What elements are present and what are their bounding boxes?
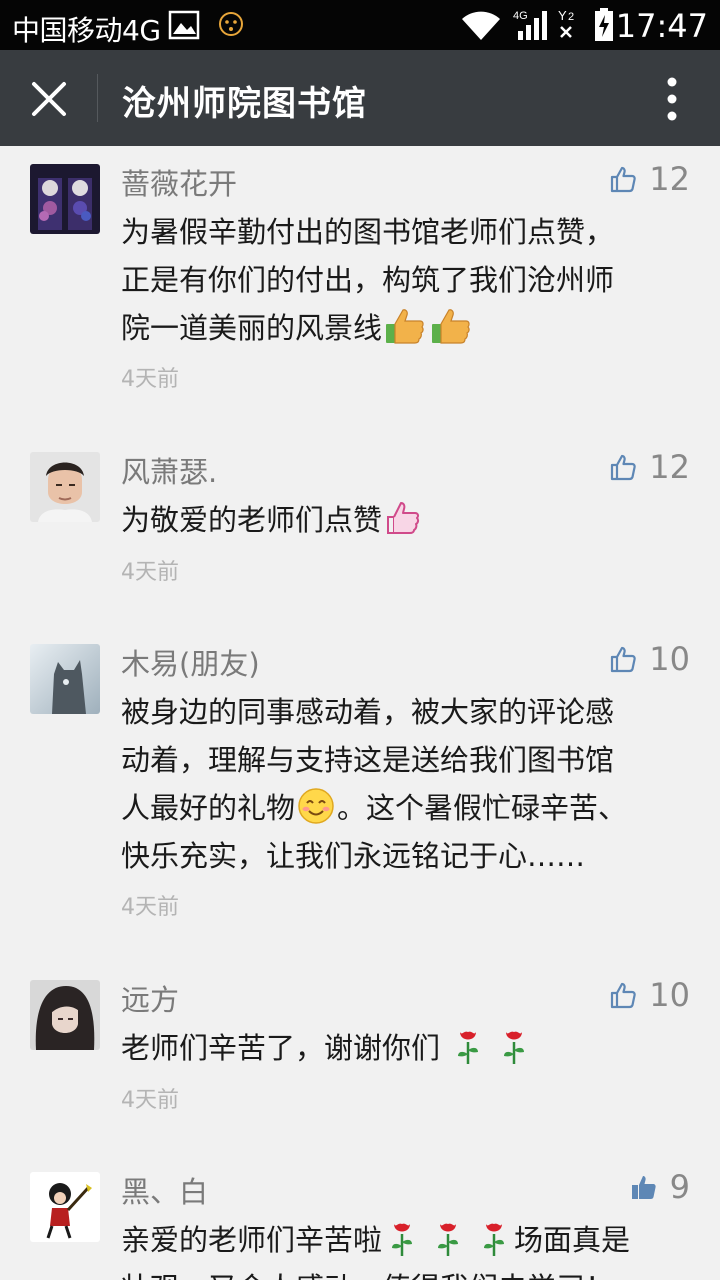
commenter-name[interactable]: 黑、白: [121, 1169, 208, 1211]
page-title: 沧州师院图书馆: [122, 84, 367, 124]
thumbs-up-filled-icon: [631, 1176, 656, 1199]
comment-line-text: 人最好的礼物: [121, 791, 296, 825]
thumbs-up-outline-icon: [611, 982, 636, 1009]
avatar[interactable]: [30, 1172, 100, 1242]
like-button[interactable]: 10: [609, 639, 690, 679]
like-button[interactable]: 9: [630, 1167, 690, 1207]
like-button[interactable]: 12: [609, 159, 690, 199]
comment-line-text: 院一道美丽的风景线: [121, 311, 383, 345]
thumbs-up-emoji-icon: [432, 309, 470, 344]
commenter-name[interactable]: 木易(朋友): [121, 641, 260, 683]
comment-line-text: 为敬爱的老师们点赞: [121, 503, 383, 537]
comment-line-text: 亲爱的老师们辛苦啦: [121, 1223, 383, 1257]
comment-timestamp: 4天前: [121, 367, 179, 392]
svg-text:Y: Y: [558, 8, 567, 23]
smile-emoji-icon: [298, 788, 334, 824]
avatar[interactable]: [30, 452, 100, 522]
commenter-name[interactable]: 蔷薇花开: [121, 161, 237, 203]
battery-charging-icon: [595, 8, 613, 41]
like-count: 12: [649, 160, 690, 198]
rose-emoji-icon: [438, 1223, 459, 1256]
comment-text: 亲爱的老师们辛苦啦 场面真是 壮观，又令人感动，值得我们去学习！: [121, 1216, 681, 1280]
comment-line: 壮观，又令人感动，值得我们去学习！: [121, 1264, 681, 1280]
comment-text: 为敬爱的老师们点赞: [121, 496, 681, 544]
gallery-icon: [168, 10, 200, 40]
comment-line: 为敬爱的老师们点赞: [121, 496, 681, 544]
rose-emoji-icon: [504, 1031, 525, 1064]
comment-text: 为暑假辛勤付出的图书馆老师们点赞， 正是有你们的付出，构筑了我们沧州师 院一道美…: [121, 208, 681, 352]
status-bar: 中国移动4G 4G Y 2 17:47: [0, 0, 720, 50]
comment-timestamp: 4天前: [121, 1088, 179, 1113]
comment-line: 亲爱的老师们辛苦啦 场面真是: [121, 1216, 681, 1264]
signal-icon: 4G: [513, 10, 547, 40]
thumbs-up-outline-icon: [611, 454, 636, 481]
thumbs-up-outline-icon: [611, 646, 636, 673]
avatar[interactable]: [30, 980, 100, 1050]
title-bar: 沧州师院图书馆: [0, 50, 720, 146]
close-icon: [32, 82, 66, 116]
comment-line: 院一道美丽的风景线: [121, 304, 681, 352]
emoji-icon: [219, 12, 243, 36]
thumbs-up-outline-icon: [611, 166, 636, 193]
comment-line: 正是有你们的付出，构筑了我们沧州师: [121, 263, 615, 297]
comment-line: 动着，理解与支持这是送给我们图书馆: [121, 743, 615, 777]
comment-line-text: 场面真是: [514, 1223, 631, 1257]
comment-text: 被身边的同事感动着，被大家的评论感 动着，理解与支持这是送给我们图书馆 人最好的…: [121, 688, 681, 880]
like-count: 12: [649, 448, 690, 486]
wifi-icon: [462, 11, 500, 40]
like-button[interactable]: 12: [609, 447, 690, 487]
pink-thumbs-up-emoji-icon: [387, 502, 420, 534]
close-button[interactable]: [24, 74, 74, 124]
comment-line: 老师们辛苦了，谢谢你们: [121, 1024, 681, 1072]
more-menu-button[interactable]: [652, 76, 692, 122]
like-count: 10: [649, 976, 690, 1014]
commenter-name[interactable]: 远方: [121, 977, 179, 1019]
like-count: 10: [649, 640, 690, 678]
comment-text: 老师们辛苦了，谢谢你们: [121, 1024, 681, 1072]
clock: 17:47: [615, 7, 708, 45]
sim-number-label: 2: [568, 11, 574, 23]
like-count: 9: [669, 1168, 690, 1206]
rose-emoji-icon: [484, 1223, 505, 1256]
rose-emoji-icon: [458, 1031, 479, 1064]
comment-line-text: 老师们辛苦了，谢谢你们: [121, 1031, 441, 1065]
comment-line: 人最好的礼物 。这个暑假忙碌辛苦、: [121, 784, 681, 832]
thumbs-up-emoji-icon: [386, 309, 424, 344]
comment-line: 被身边的同事感动着，被大家的评论感: [121, 695, 615, 729]
avatar[interactable]: [30, 164, 100, 234]
comment-line: 快乐充实，让我们永远铭记于心……: [121, 839, 586, 873]
comment-timestamp: 4天前: [121, 895, 179, 920]
comment-line: 为暑假辛勤付出的图书馆老师们点赞，: [121, 215, 615, 249]
avatar[interactable]: [30, 644, 100, 714]
comment-line-text: 。这个暑假忙碌辛苦、: [337, 791, 628, 825]
commenter-name[interactable]: 风萧瑟.: [121, 449, 217, 491]
like-button[interactable]: 10: [609, 975, 690, 1015]
network-type-label: 4G: [513, 10, 528, 22]
sim2-signal-icon: Y 2: [558, 8, 574, 38]
comment-timestamp: 4天前: [121, 560, 179, 585]
more-dots-icon: [667, 77, 677, 121]
carrier-label: 中国移动4G: [12, 14, 161, 47]
rose-emoji-icon: [392, 1223, 413, 1256]
title-divider: [97, 74, 98, 122]
